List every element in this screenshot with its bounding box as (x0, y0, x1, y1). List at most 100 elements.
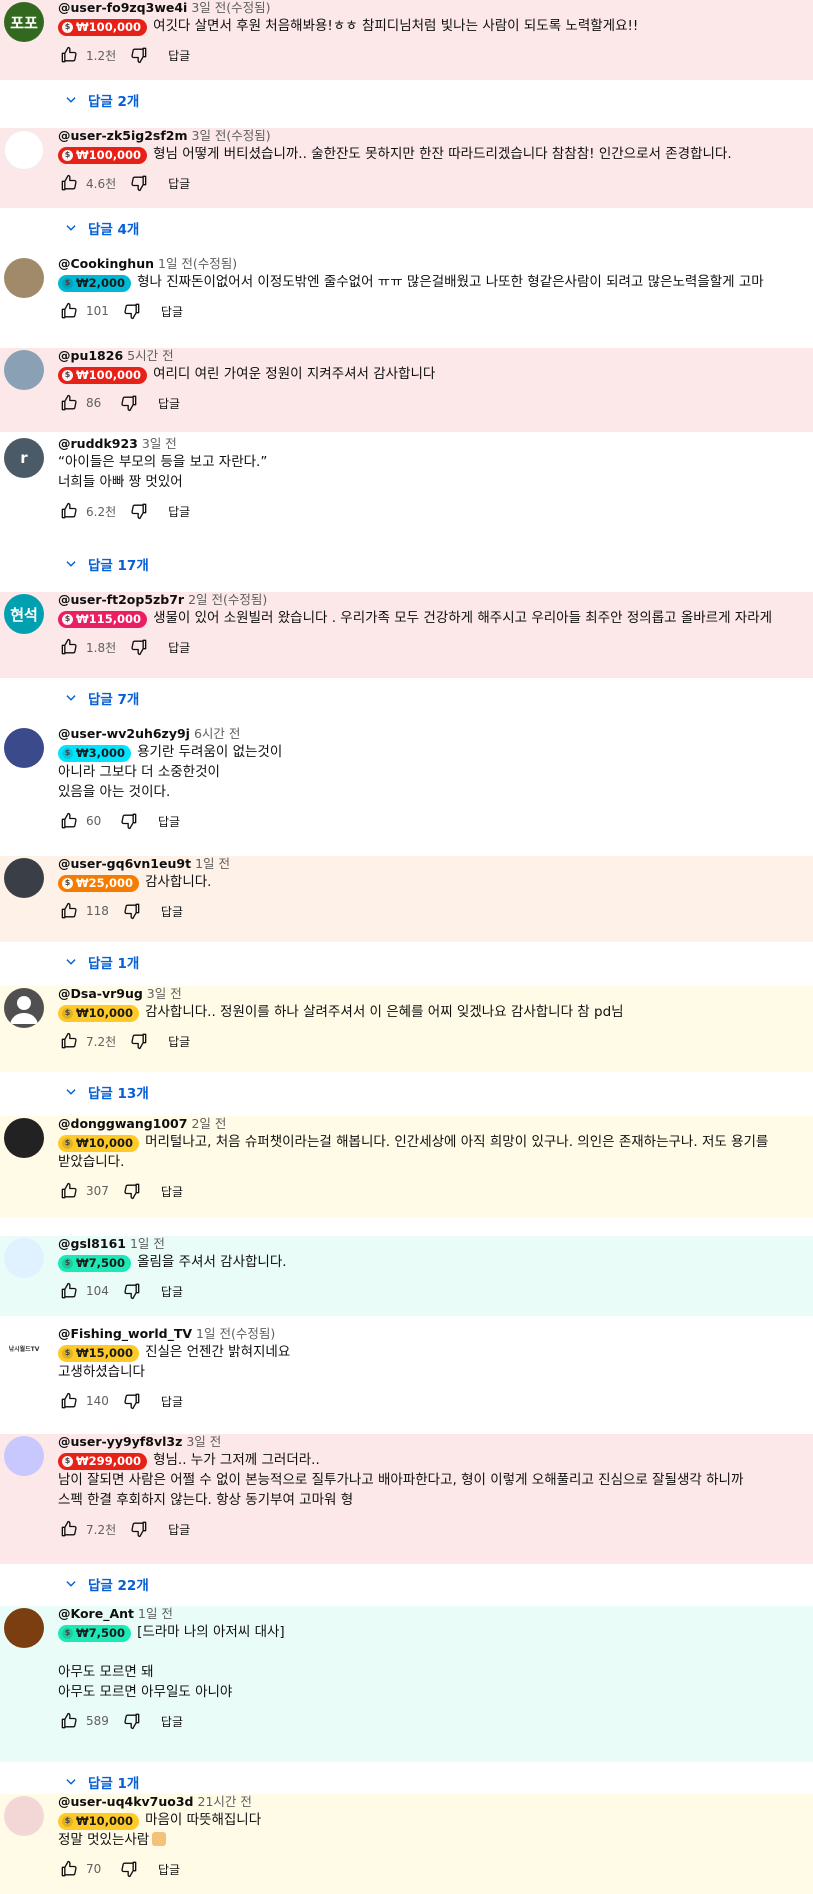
avatar[interactable] (4, 1608, 44, 1648)
like-icon[interactable] (58, 1030, 80, 1052)
avatar[interactable]: r (4, 438, 44, 478)
like-icon[interactable] (58, 1518, 80, 1540)
dislike-icon[interactable] (118, 1858, 140, 1880)
avatar[interactable] (4, 1436, 44, 1476)
comment-time[interactable]: 21시간 전 (198, 1794, 252, 1809)
comment-time[interactable]: 3일 전 (186, 1434, 221, 1449)
view-replies-button[interactable]: 답글 7개 (64, 686, 139, 710)
reply-button[interactable]: 답글 (161, 1713, 183, 1730)
comment-time[interactable]: 2일 전 (191, 1116, 226, 1131)
comment-time[interactable]: 1일 전 (130, 1236, 165, 1251)
like-icon[interactable] (58, 1858, 80, 1880)
reply-button[interactable]: 답글 (168, 175, 190, 192)
view-replies-button[interactable]: 답글 13개 (64, 1080, 149, 1104)
avatar[interactable] (4, 1796, 44, 1836)
like-icon[interactable] (58, 810, 80, 832)
comment-author[interactable]: @gsl8161 (58, 1236, 126, 1251)
comment-time[interactable]: 3일 전(수정됨) (192, 128, 271, 143)
dislike-icon[interactable] (121, 1280, 143, 1302)
like-icon[interactable] (58, 1390, 80, 1412)
reply-button[interactable]: 답글 (161, 1283, 183, 1300)
reply-button[interactable]: 답글 (158, 813, 180, 830)
avatar[interactable] (4, 258, 44, 298)
dislike-icon[interactable] (121, 900, 143, 922)
comment-author[interactable]: @user-ft2op5zb7r (58, 592, 184, 607)
comment-author[interactable]: @Dsa-vr9ug (58, 986, 143, 1001)
reply-button[interactable]: 답글 (158, 395, 180, 412)
comment-time[interactable]: 1일 전(수정됨) (196, 1326, 275, 1341)
comment-time[interactable]: 6시간 전 (194, 726, 240, 741)
comment-time[interactable]: 1일 전(수정됨) (158, 256, 237, 271)
avatar[interactable] (4, 988, 44, 1028)
comment-author[interactable]: @user-yy9yf8vl3z (58, 1434, 182, 1449)
comment-time[interactable]: 1일 전 (195, 856, 230, 871)
comment-author[interactable]: @Fishing_world_TV (58, 1326, 192, 1341)
like-icon[interactable] (58, 44, 80, 66)
comment-author[interactable]: @pu1826 (58, 348, 123, 363)
like-icon[interactable] (58, 300, 80, 322)
comment-author[interactable]: @user-uq4kv7uo3d (58, 1794, 194, 1809)
like-icon[interactable] (58, 900, 80, 922)
dislike-icon[interactable] (118, 810, 140, 832)
view-replies-button[interactable]: 답글 1개 (64, 950, 139, 974)
comment-author[interactable]: @Cookinghun (58, 256, 154, 271)
avatar[interactable] (4, 130, 44, 170)
like-icon[interactable] (58, 1180, 80, 1202)
reply-button[interactable]: 답글 (168, 639, 190, 656)
comment-text: 있음을 아는 것이다. (58, 784, 171, 800)
comment-time[interactable]: 5시간 전 (127, 348, 173, 363)
avatar[interactable] (4, 858, 44, 898)
view-replies-button[interactable]: 답글 4개 (64, 216, 139, 240)
view-replies-button[interactable]: 답글 2개 (64, 88, 139, 112)
comment-time[interactable]: 2일 전(수정됨) (188, 592, 267, 607)
like-icon[interactable] (58, 172, 80, 194)
avatar[interactable] (4, 1238, 44, 1278)
avatar[interactable]: 포포 (4, 2, 44, 42)
reply-button[interactable]: 답글 (161, 1183, 183, 1200)
comment-author[interactable]: @user-zk5ig2sf2m (58, 128, 188, 143)
reply-button[interactable]: 답글 (161, 303, 183, 320)
like-icon[interactable] (58, 1280, 80, 1302)
like-icon[interactable] (58, 1710, 80, 1732)
avatar[interactable] (4, 728, 44, 768)
dislike-icon[interactable] (118, 392, 140, 414)
dislike-icon[interactable] (128, 172, 150, 194)
avatar[interactable]: 현석 (4, 594, 44, 634)
view-replies-button[interactable]: 답글 22개 (64, 1572, 149, 1596)
comment-author[interactable]: @donggwang1007 (58, 1116, 187, 1131)
avatar[interactable]: 낚시월드TV (4, 1328, 44, 1368)
comment-text-line: 너희들 아빠 짱 멋있어 (58, 472, 813, 492)
dislike-icon[interactable] (121, 300, 143, 322)
dislike-icon[interactable] (128, 1518, 150, 1540)
avatar[interactable] (4, 1118, 44, 1158)
comment-time[interactable]: 3일 전(수정됨) (191, 0, 270, 15)
like-icon[interactable] (58, 636, 80, 658)
comment-time[interactable]: 1일 전 (138, 1606, 173, 1621)
avatar[interactable] (4, 350, 44, 390)
dislike-icon[interactable] (121, 1710, 143, 1732)
reply-button[interactable]: 답글 (161, 903, 183, 920)
reply-button[interactable]: 답글 (158, 1861, 180, 1878)
reply-button[interactable]: 답글 (168, 503, 190, 520)
comment-author[interactable]: @user-wv2uh6zy9j (58, 726, 190, 741)
comment-author[interactable]: @ruddk923 (58, 436, 138, 451)
reply-button[interactable]: 답글 (168, 47, 190, 64)
like-icon[interactable] (58, 392, 80, 414)
dislike-icon[interactable] (121, 1180, 143, 1202)
dislike-icon[interactable] (128, 1030, 150, 1052)
view-replies-button[interactable]: 답글 17개 (64, 552, 149, 576)
dislike-icon[interactable] (128, 44, 150, 66)
dislike-icon[interactable] (128, 636, 150, 658)
comment-author[interactable]: @Kore_Ant (58, 1606, 134, 1621)
dislike-icon[interactable] (128, 500, 150, 522)
comment-author[interactable]: @user-gq6vn1eu9t (58, 856, 191, 871)
reply-button[interactable]: 답글 (168, 1521, 190, 1538)
dislike-icon[interactable] (121, 1390, 143, 1412)
like-icon[interactable] (58, 500, 80, 522)
reply-button[interactable]: 답글 (161, 1393, 183, 1410)
comment-time[interactable]: 3일 전 (142, 436, 177, 451)
view-replies-button[interactable]: 답글 1개 (64, 1770, 139, 1794)
comment-time[interactable]: 3일 전 (147, 986, 182, 1001)
reply-button[interactable]: 답글 (168, 1033, 190, 1050)
comment-author[interactable]: @user-fo9zq3we4i (58, 0, 187, 15)
